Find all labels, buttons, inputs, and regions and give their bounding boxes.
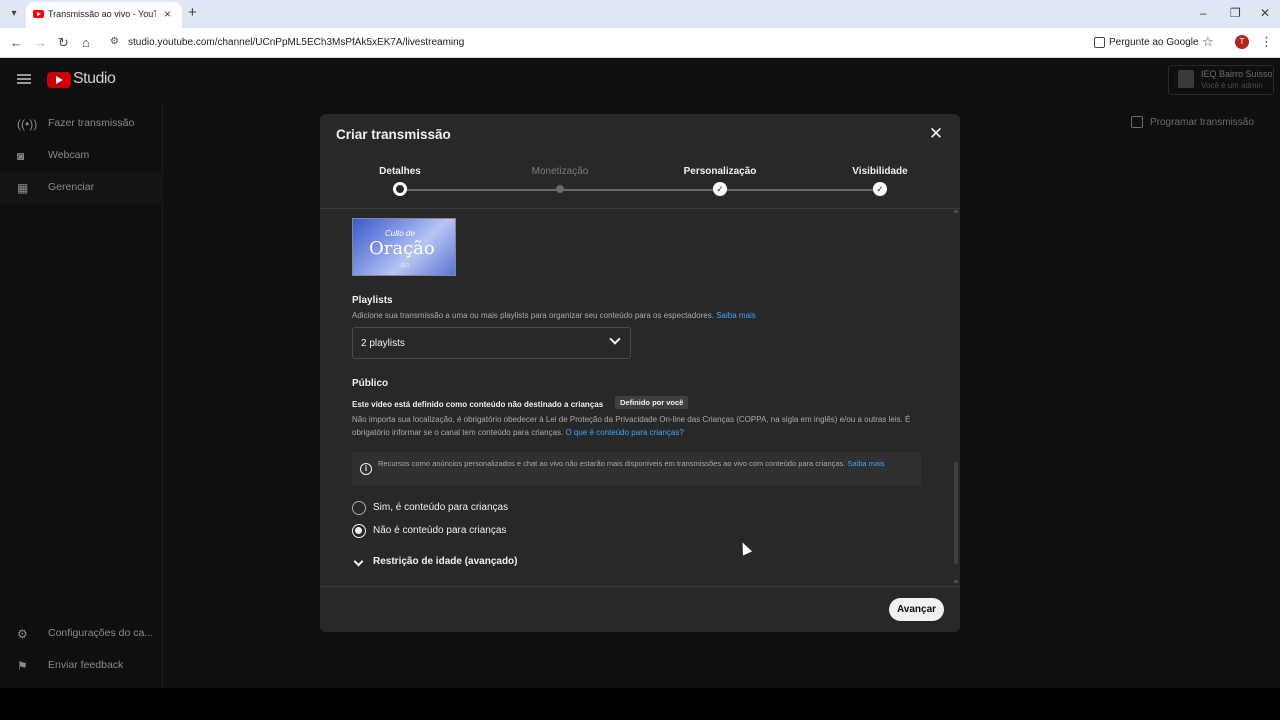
sidebar-item-manage[interactable]: ▦ Gerenciar [0,172,163,204]
sidebar-item-webcam[interactable]: ◙ Webcam [0,140,163,172]
step-visibility[interactable]: Visibilidade ✓ [820,159,940,196]
calendar-icon: ▦ [17,181,29,195]
radio-button-checked[interactable] [352,524,366,538]
calendar-icon [1131,116,1143,128]
scrollbar-thumb[interactable] [954,462,958,564]
sidebar-item-label: Enviar feedback [48,659,124,671]
chevron-down-icon [609,333,621,345]
channel-name: IEQ Bairro Suisso [1201,69,1273,79]
hamburger-menu-icon[interactable] [17,74,31,84]
chevron-down-icon [353,556,364,567]
step-label: Detalhes [379,166,421,177]
sidebar-item-live[interactable]: ((•)) Fazer transmissão [0,108,163,140]
info-icon: i [360,463,372,475]
sidebar-item-label: Gerenciar [48,181,95,193]
playlists-learn-more-link[interactable]: Saiba mais [716,311,756,320]
stepper-track [400,189,880,191]
step-inactive-dot [556,185,564,193]
url-text: studio.youtube.com/channel/UCnPpML5ECh3M… [128,37,465,48]
audience-status: Este vídeo está definido como conteúdo n… [352,400,604,409]
thumbnail-text-3: IEQ [401,263,410,269]
playlists-select-value: 2 playlists [361,338,405,349]
reload-icon[interactable]: ↻ [58,35,69,51]
dialog-content: Culto de Oração IEQ Playlists Adicione s… [320,210,960,586]
studio-logo-text[interactable]: Studio [73,70,116,88]
sidebar-item-label: Fazer transmissão [48,117,135,129]
window-close-icon[interactable]: ✕ [1260,6,1270,20]
browser-toolbar: ← → ↻ ⌂ ⚙ studio.youtube.com/channel/UCn… [0,28,1280,58]
step-label: Monetização [531,166,589,177]
audience-title: Público [352,378,389,389]
forward-arrow-icon[interactable]: → [34,35,47,50]
sidebar-item-label: Webcam [48,149,90,161]
radio-label: Não é conteúdo para crianças [373,525,507,536]
browser-tab-bar: ▾ Transmissão ao vivo - YouTube × + – ❐ … [0,0,1280,28]
restore-icon[interactable]: ❐ [1230,6,1241,20]
step-label: Personalização [683,166,757,177]
tab-list-chevron-down-icon[interactable]: ▾ [6,6,22,22]
feedback-icon: ⚑ [17,659,28,673]
stepper: Detalhes Monetização Personalização ✓ Vi… [320,159,960,209]
sidebar-item-label: Configurações do ca... [48,627,154,639]
check-icon: ✓ [713,182,727,196]
ask-google-button[interactable]: Pergunte ao Google [1109,37,1199,48]
sidebar-item-feedback[interactable]: ⚑ Enviar feedback [0,650,163,682]
step-monetization[interactable]: Monetização [500,159,620,193]
taskbar-strip [0,688,1280,720]
browser-tab[interactable]: Transmissão ao vivo - YouTube × [26,2,182,28]
playlists-description: Adicione sua transmissão a uma ou mais p… [352,309,932,322]
info-notice-text: Recursos como anúncios personalizados e … [378,459,918,469]
profile-avatar[interactable]: T [1235,35,1249,49]
info-text: Recursos como anúncios personalizados e … [378,459,846,468]
gear-icon: ⚙ [17,627,28,641]
bookmark-star-icon[interactable]: ☆ [1202,34,1214,50]
playlists-title: Playlists [352,295,393,306]
create-stream-dialog: Criar transmissão ✕ Detalhes Monetização… [320,114,960,632]
dialog-footer-divider [320,586,960,587]
next-button[interactable]: Avançar [889,598,944,621]
dialog-title: Criar transmissão [336,127,451,142]
back-arrow-icon[interactable]: ← [10,35,23,50]
info-notice: i Recursos como anúncios personalizados … [352,452,921,486]
thumbnail-image[interactable]: Culto de Oração IEQ [352,218,456,276]
audience-description: Não importa sua localização, é obrigatór… [352,413,912,439]
thumbnail-text-2: Oração [369,238,435,259]
tab-title: Transmissão ao vivo - YouTube [48,9,156,19]
schedule-stream-label: Programar transmissão [1150,117,1254,128]
step-label: Visibilidade [852,166,908,177]
status-badge: Definido por você [615,396,689,409]
browser-menu-icon[interactable]: ⋮ [1260,34,1273,50]
step-current-dot [393,182,407,196]
address-bar[interactable]: ⚙ studio.youtube.com/channel/UCnPpML5ECh… [104,32,1224,54]
step-customization[interactable]: Personalização ✓ [660,159,780,196]
kids-content-link[interactable]: O que é conteúdo para crianças? [565,428,683,437]
radio-label: Sim, é conteúdo para crianças [373,502,509,513]
info-learn-more-link[interactable]: Saiba mais [847,459,884,468]
broadcast-icon: ((•)) [17,117,38,131]
channel-role: Você é um admin [1201,81,1263,90]
home-icon[interactable]: ⌂ [82,35,90,50]
radio-button-unchecked[interactable] [352,501,366,515]
thumbnail-text-1: Culto de [385,229,415,238]
minimize-icon[interactable]: – [1200,6,1207,20]
new-tab-plus-icon[interactable]: + [188,4,197,21]
lens-icon[interactable] [1094,37,1105,48]
scrollbar-arrow-down[interactable] [954,580,958,583]
channel-avatar [1178,70,1194,88]
schedule-stream-button[interactable]: Programar transmissão [1121,111,1261,135]
age-restriction-label: Restrição de idade (avançado) [373,556,518,567]
step-details[interactable]: Detalhes [340,159,460,196]
tab-close-icon[interactable]: × [164,7,171,21]
youtube-logo-icon[interactable] [47,72,71,88]
playlists-description-text: Adicione sua transmissão a uma ou mais p… [352,311,714,320]
playlists-select[interactable]: 2 playlists [352,327,631,359]
check-icon: ✓ [873,182,887,196]
close-icon[interactable]: ✕ [926,124,946,144]
camera-icon: ◙ [17,149,25,163]
youtube-favicon-icon [33,10,44,18]
sidebar: ((•)) Fazer transmissão ◙ Webcam ▦ Geren… [0,104,163,688]
site-info-icon[interactable]: ⚙ [110,36,119,47]
scrollbar-arrow-up[interactable] [954,210,958,213]
sidebar-item-settings[interactable]: ⚙ Configurações do ca... [0,618,163,650]
